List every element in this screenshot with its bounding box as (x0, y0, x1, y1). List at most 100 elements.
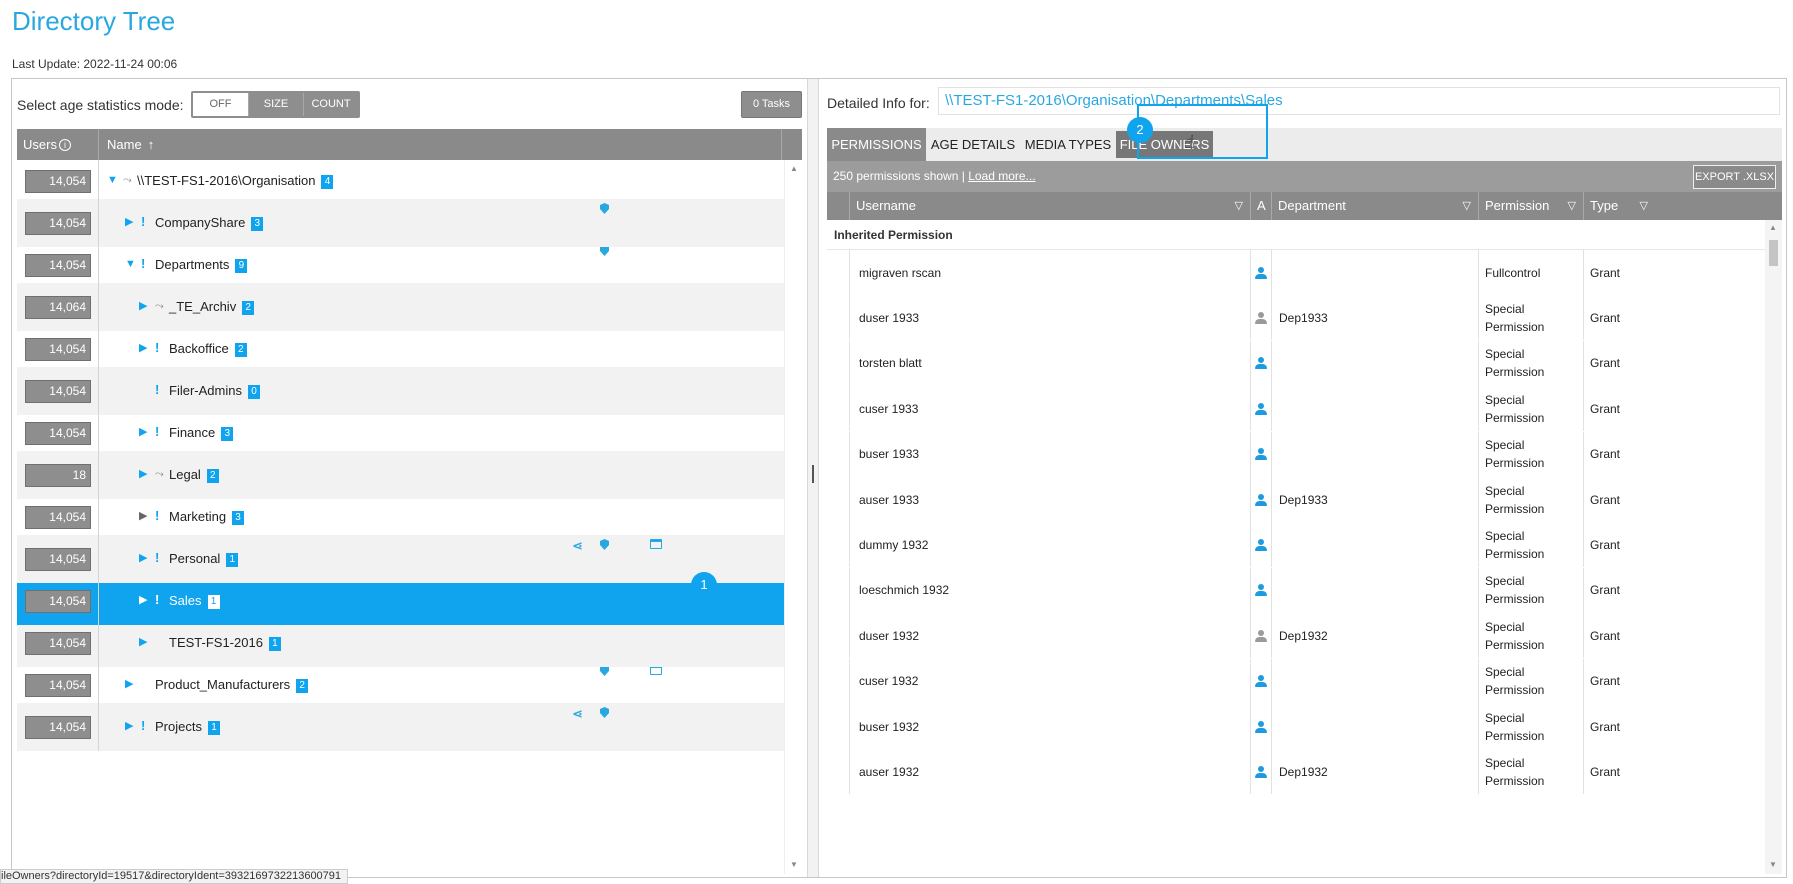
age-mode-off[interactable]: OFF (193, 93, 248, 116)
users-column-header[interactable]: Users i (17, 129, 99, 160)
person-icon (1255, 675, 1267, 688)
tab-age-details[interactable]: AGE DETAILS (926, 128, 1020, 161)
caret-right-icon[interactable]: ▶ (139, 551, 151, 565)
detail-path[interactable]: \\TEST-FS1-2016\Organisation\Departments… (938, 87, 1780, 115)
info-icon[interactable]: i (58, 139, 71, 151)
account-icon-cell (1250, 522, 1271, 568)
tree-node-label[interactable]: Marketing 3 (169, 508, 245, 525)
age-mode-size[interactable]: SIZE (248, 93, 303, 116)
table-row[interactable]: dummy 1932 Special Permission Grant (827, 522, 1765, 568)
permission-column-header[interactable]: Permission ▽ (1478, 192, 1583, 220)
tree-node-label[interactable]: Filer-Admins 0 (169, 382, 260, 399)
tree-row[interactable]: 14,054 ▶! Sales 1 (17, 577, 784, 625)
tree-row[interactable]: 14,054 ▶! Personal 1 ⋖ (17, 535, 784, 583)
caret-right-icon[interactable]: ▶ (125, 719, 137, 733)
caret-right-icon[interactable]: ▶ (125, 215, 137, 229)
table-row[interactable]: duser 1932 Dep1932 Special Permission Grant (827, 613, 1765, 659)
department-column-header[interactable]: Department ▽ (1271, 192, 1478, 220)
caret-down-icon[interactable]: ▼ (125, 257, 137, 271)
table-row[interactable]: cuser 1933 Special Permission Grant (827, 386, 1765, 432)
type-column-header[interactable]: Type ▽ (1583, 192, 1655, 220)
export-xlsx-button[interactable]: EXPORT .XLSX (1693, 165, 1776, 189)
tree-node-label[interactable]: Finance 3 (169, 424, 234, 441)
type-cell: Grant (1583, 749, 1655, 795)
caret-right-icon[interactable]: ▶ (139, 341, 151, 355)
tree-row[interactable]: 14,054 ▶ Product_Manufacturers 2 (17, 661, 784, 709)
caret-right-icon[interactable]: ▶ (139, 635, 151, 649)
account-icon-cell (1250, 295, 1271, 341)
caret-right-icon[interactable]: ▶ (139, 425, 151, 439)
table-row[interactable]: migraven rscan Fullcontrol Grant (827, 250, 1765, 295)
type-cell: Grant (1583, 658, 1655, 704)
tree-node-label[interactable]: Personal 1 (169, 550, 239, 567)
scroll-thumb[interactable] (1769, 240, 1778, 266)
tree-row[interactable]: 14,054 ▶! CompanyShare 3 (17, 199, 784, 247)
table-row[interactable]: duser 1933 Dep1933 Special Permission Grant (827, 295, 1765, 341)
table-row[interactable]: auser 1933 Dep1933 Special Permission Grant (827, 477, 1765, 522)
table-row[interactable]: cuser 1932 Special Permission Grant (827, 658, 1765, 704)
tree-row[interactable]: 14,054 ▶! Finance 3 (17, 409, 784, 457)
tree-row[interactable]: 14,054 ▶ TEST-FS1-2016 1 (17, 619, 784, 667)
caret-right-icon[interactable]: ▶ (139, 467, 151, 481)
tree-node-label[interactable]: TEST-FS1-2016 1 (169, 634, 281, 651)
table-row[interactable]: auser 1932 Dep1932 Special Permission Grant (827, 749, 1765, 795)
tree-scrollbar[interactable]: ▲ ▼ (784, 160, 802, 874)
tree-node-label[interactable]: Legal 2 (169, 466, 219, 483)
tree-row[interactable]: 14,064 ▶ ⤳ _TE_Archiv 2 (17, 283, 784, 331)
caret-right-icon[interactable]: ▶ (139, 299, 151, 313)
age-mode-count[interactable]: COUNT (303, 93, 358, 116)
name-column-header[interactable]: Name ↑ (99, 129, 782, 160)
tree-node-label[interactable]: _TE_Archiv 2 (169, 298, 255, 315)
tab-media-types[interactable]: MEDIA TYPES (1020, 128, 1116, 161)
a-column-header[interactable]: A (1250, 192, 1271, 220)
tree-node-label[interactable]: Projects 1 (155, 718, 220, 735)
scroll-up-icon[interactable]: ▲ (1769, 223, 1777, 232)
load-more-link[interactable]: Load more... (968, 169, 1035, 183)
tab-permissions[interactable]: PERMISSIONS (827, 128, 926, 161)
tree-row[interactable]: 14,054 ▶! Marketing 3 (17, 493, 784, 541)
tree-node-label[interactable]: Departments 9 (155, 256, 248, 273)
tree-node-label[interactable]: \\TEST-FS1-2016\Organisation 4 (137, 172, 334, 189)
scroll-down-icon[interactable]: ▼ (1769, 860, 1777, 869)
pane-splitter[interactable] (807, 79, 819, 877)
username-column-header[interactable]: Username ▽ (849, 192, 1250, 220)
caret-right-icon[interactable]: ▶ (139, 593, 151, 607)
tree-row[interactable]: 14,054 ▶! Projects 1 ⋖ (17, 703, 784, 751)
user-count-badge: 14,054 (25, 506, 91, 529)
caret-right-icon[interactable]: ▶ (139, 509, 151, 523)
tasks-button[interactable]: 0 Tasks (741, 91, 802, 118)
table-row[interactable]: buser 1933 Special Permission Grant (827, 431, 1765, 477)
tree-row[interactable]: 14,054 ▼! Departments 9 (17, 241, 784, 289)
table-row[interactable]: buser 1932 Special Permission Grant (827, 704, 1765, 749)
tree-node-label[interactable]: Backoffice 2 (169, 340, 247, 357)
scroll-up-icon[interactable]: ▲ (790, 164, 798, 173)
grid-scrollbar[interactable]: ▲ ▼ (1765, 220, 1782, 874)
person-icon (1255, 357, 1267, 370)
filter-icon[interactable]: ▽ (1568, 192, 1576, 220)
tree-row[interactable]: 14,054 ▶! Backoffice 2 (17, 325, 784, 373)
scroll-down-icon[interactable]: ▼ (790, 860, 798, 869)
tree-row[interactable]: 18 ▶ ⤳ Legal 2 (17, 451, 784, 499)
splitter-grip[interactable] (812, 465, 814, 483)
caret-down-icon[interactable]: ▼ (107, 173, 119, 187)
child-count-badge: 3 (232, 511, 245, 525)
tree-row[interactable]: 14,054! Filer-Admins 0 (17, 367, 784, 415)
age-mode-label: Select age statistics mode: (17, 97, 184, 113)
username-cell: duser 1932 (849, 613, 1250, 659)
type-cell: Grant (1583, 250, 1655, 295)
filter-icon[interactable]: ▽ (1235, 192, 1243, 220)
tree-node-label[interactable]: CompanyShare 3 (155, 214, 264, 231)
username-cell: buser 1932 (849, 704, 1250, 749)
user-count-cell: 14,054 (17, 409, 99, 457)
child-count-badge: 1 (268, 637, 281, 651)
table-row[interactable]: loeschmich 1932 Special Permission Grant (827, 567, 1765, 613)
filter-icon[interactable]: ▽ (1463, 192, 1471, 220)
tree-node-label[interactable]: Sales 1 (169, 592, 220, 609)
department-cell: Dep1932 (1271, 613, 1478, 659)
tree-row[interactable]: 14,054 ▼ ⤳ \\TEST-FS1-2016\Organisation 4 (17, 160, 784, 205)
tree-node-label[interactable]: Product_Manufacturers 2 (155, 676, 309, 693)
caret-right-icon[interactable]: ▶ (125, 677, 137, 691)
table-row[interactable]: torsten blatt Special Permission Grant (827, 340, 1765, 386)
filter-icon[interactable]: ▽ (1640, 192, 1648, 220)
department-cell (1271, 658, 1478, 704)
